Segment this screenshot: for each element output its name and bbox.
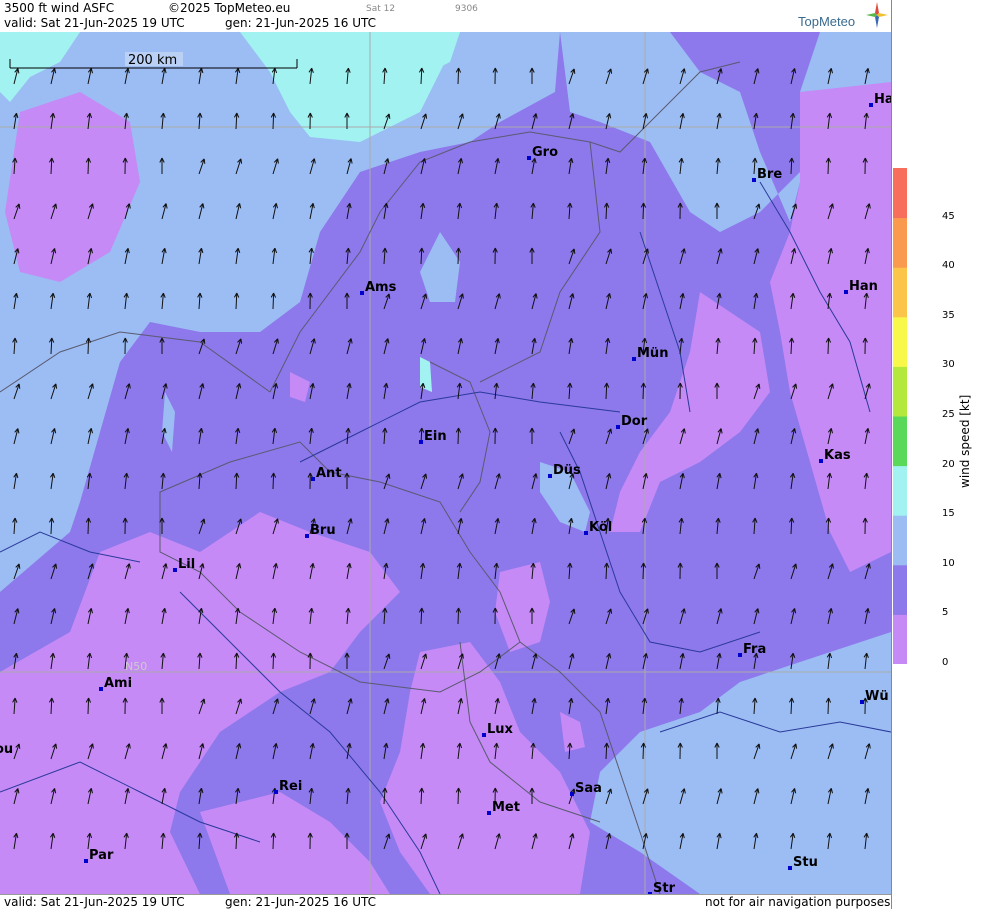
city-marker-icon: [844, 290, 848, 294]
color-bar-tick-label: 0: [942, 657, 949, 668]
city-label: Köl: [589, 520, 612, 535]
city-label: Gro: [532, 145, 558, 160]
city-marker-icon: [584, 531, 588, 535]
color-bar-segment: [893, 614, 907, 664]
city-label: Lil: [178, 557, 195, 572]
city-label: Str: [653, 881, 676, 894]
city-marker-icon: [274, 790, 278, 794]
city-label: Stu: [793, 855, 818, 870]
color-bar-segment: [893, 267, 907, 318]
city-marker-icon: [616, 425, 620, 429]
city-marker-icon: [819, 459, 823, 463]
color-bar-tick-label: 40: [942, 260, 955, 272]
color-bar-segment: [893, 217, 907, 268]
generated-time: gen: 21-Jun-2025 16 UTC: [225, 16, 377, 30]
city-marker-icon: [419, 440, 423, 444]
city-label: Lux: [487, 722, 514, 737]
color-bar-segment: [893, 515, 907, 566]
wind-map: 200 km N50 Gro Bre Ha Ams Han Mün Dor Ein Kas Ant…: [0, 32, 891, 894]
city-label: Ams: [365, 280, 397, 295]
city-marker-icon: [869, 103, 873, 107]
city-marker-icon: [788, 866, 792, 870]
city-label: Bre: [757, 167, 782, 182]
city-marker-icon: [311, 477, 315, 481]
color-bar: [893, 168, 907, 664]
city-marker-icon: [305, 534, 309, 538]
city-label: Wü: [865, 689, 889, 704]
footer-generated-time: gen: 21-Jun-2025 16 UTC: [225, 895, 377, 909]
color-bar-tick-label: 10: [942, 557, 955, 569]
compass-logo-icon: [866, 2, 888, 28]
city-marker-icon: [360, 291, 364, 295]
color-bar-segment: [893, 316, 907, 367]
code-label: 9306: [455, 4, 478, 14]
color-bar-tick-label: 5: [942, 607, 949, 619]
city-label: Met: [492, 800, 520, 815]
scale-label: 200 km: [128, 53, 177, 68]
city-marker-icon: [752, 178, 756, 182]
city-label: Ein: [424, 429, 447, 444]
color-bar-tick-label: 25: [942, 409, 955, 420]
city-label: Düs: [553, 463, 581, 478]
city-label: Rei: [279, 779, 302, 794]
run-label: Sat 12: [366, 4, 396, 14]
city-marker-icon: [99, 687, 103, 691]
color-bar-segment: [893, 416, 907, 467]
product-title: 3500 ft wind ASFC: [4, 1, 115, 15]
color-bar-segment: [893, 465, 907, 516]
footer-valid-time: valid: Sat 21-Jun-2025 19 UTC: [4, 895, 185, 909]
color-bar-tick-label: 15: [942, 508, 955, 520]
logo-text: TopMeteo: [798, 14, 856, 29]
city-label: Fra: [743, 642, 766, 657]
city-marker-icon: [487, 811, 491, 815]
legend-title: wind speed [kt]: [958, 394, 972, 488]
city-label: Ha: [874, 92, 891, 107]
footer-disclaimer: not for air navigation purposes: [705, 895, 891, 909]
color-bar-tick-label: 35: [942, 309, 955, 321]
city-label: Par: [89, 848, 114, 863]
copyright: ©2025 TopMeteo.eu: [168, 1, 291, 15]
color-bar-segment: [893, 564, 907, 615]
city-marker-icon: [527, 156, 531, 160]
city-marker-icon: [860, 700, 864, 704]
city-marker-icon: [84, 859, 88, 863]
topmeteo-logo: TopMeteo: [798, 14, 855, 29]
color-bar-segment: [893, 168, 907, 219]
city-label: Dor: [621, 414, 648, 429]
city-marker-icon: [548, 474, 552, 478]
city-label: Kas: [824, 448, 851, 463]
valid-time: valid: Sat 21-Jun-2025 19 UTC: [4, 16, 185, 30]
city-label: Saa: [575, 781, 602, 796]
city-marker-icon: [738, 653, 742, 657]
city-marker-icon: [482, 733, 486, 737]
color-bar-tick-label: 20: [942, 458, 955, 470]
color-bar-segment: [893, 366, 907, 417]
city-label: Bru: [310, 523, 336, 538]
header-bar: 3500 ft wind ASFC ©2025 TopMeteo.eu Sat …: [0, 0, 891, 32]
city-marker-icon: [632, 357, 636, 361]
city-marker-icon: [173, 568, 177, 572]
color-bar-tick-label: 45: [942, 210, 955, 222]
city-label: Han: [849, 279, 878, 294]
footer-bar: valid: Sat 21-Jun-2025 19 UTC gen: 21-Ju…: [0, 894, 891, 910]
city-label: ou: [0, 742, 13, 757]
city-label: Ant: [316, 466, 342, 481]
city-marker-icon: [570, 792, 574, 796]
latitude-label: N50: [125, 660, 147, 673]
city-label: Ami: [104, 676, 132, 691]
color-bar-tick-label: 30: [942, 359, 955, 371]
city-label: Mün: [637, 346, 668, 361]
